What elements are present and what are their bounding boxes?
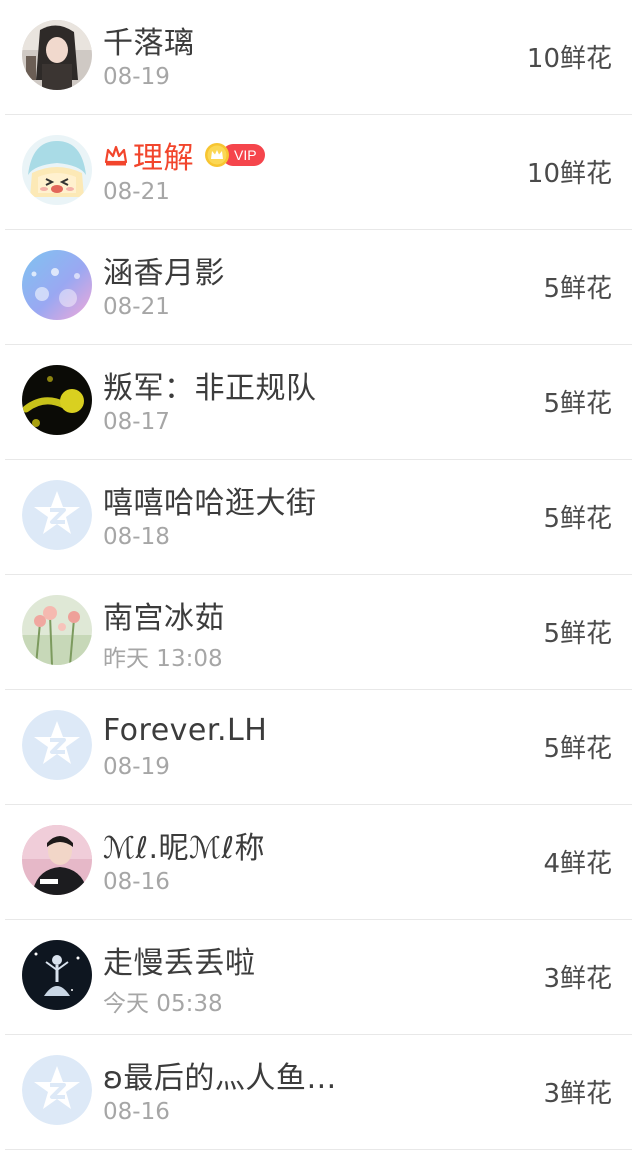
user-name[interactable]: ʚ最后的灬人鱼… [103, 1053, 337, 1097]
timestamp: 08-16 [103, 869, 170, 895]
flower-count: 5鲜花 [543, 274, 612, 304]
flower-count: 3鲜花 [543, 964, 612, 994]
avatar[interactable] [22, 940, 92, 1010]
list-item[interactable]: 南宫冰茹 昨天 13:08 5鲜花 [5, 575, 632, 690]
user-name[interactable]: 叛军：非正规队 [103, 363, 317, 407]
avatar[interactable] [22, 135, 92, 205]
list-item[interactable]: 叛军：非正规队 08-17 5鲜花 [5, 345, 632, 460]
crown-icon [103, 142, 129, 168]
name-line: 嘻嘻哈哈逛大街 [103, 478, 317, 522]
name-line: 走慢丢丢啦 [103, 938, 256, 982]
name-line: Forever.LH [103, 708, 267, 752]
avatar[interactable] [22, 365, 92, 435]
flower-count: 5鲜花 [543, 389, 612, 419]
list-item[interactable]: 嘻嘻哈哈逛大街 08-18 5鲜花 [5, 460, 632, 575]
timestamp: 08-16 [103, 1099, 170, 1125]
avatar[interactable] [22, 250, 92, 320]
timestamp: 08-18 [103, 524, 170, 550]
list-item[interactable]: Forever.LH 08-19 5鲜花 [5, 690, 632, 805]
timestamp: 08-21 [103, 294, 170, 320]
name-line: 千落璃 [103, 18, 195, 62]
list-item[interactable]: 走慢丢丢啦 今天 05:38 3鲜花 [5, 920, 632, 1035]
flower-count: 5鲜花 [543, 504, 612, 534]
crown-coin-icon [204, 142, 230, 168]
list-item[interactable]: ℳℓ.昵ℳℓ称 08-16 4鲜花 [5, 805, 632, 920]
list-item[interactable]: 千落璃 08-19 10鲜花 [5, 0, 632, 115]
flower-count: 10鲜花 [526, 159, 612, 189]
timestamp: 昨天 13:08 [103, 646, 223, 672]
user-name[interactable]: 嘻嘻哈哈逛大街 [103, 478, 317, 522]
default-avatar-icon[interactable] [22, 480, 92, 550]
name-line: 叛军：非正规队 [103, 363, 317, 407]
avatar[interactable] [22, 825, 92, 895]
user-name[interactable]: ℳℓ.昵ℳℓ称 [103, 823, 265, 867]
flower-count: 10鲜花 [526, 44, 612, 74]
user-name[interactable]: 走慢丢丢啦 [103, 938, 256, 982]
name-line: ℳℓ.昵ℳℓ称 [103, 823, 265, 867]
name-line: 南宫冰茹 [103, 593, 225, 637]
timestamp: 08-19 [103, 64, 170, 90]
list-item[interactable]: 涵香月影 08-21 5鲜花 [5, 230, 632, 345]
timestamp: 今天 05:38 [103, 991, 223, 1017]
list-item[interactable]: ʚ最后的灬人鱼… 08-16 3鲜花 [5, 1035, 632, 1150]
user-name[interactable]: 理解 [133, 133, 194, 177]
user-name[interactable]: 涵香月影 [103, 248, 225, 292]
user-name[interactable]: 千落璃 [103, 18, 195, 62]
vip-badge: VIP [204, 142, 265, 168]
user-name[interactable]: Forever.LH [103, 713, 267, 748]
avatar[interactable] [22, 595, 92, 665]
flower-count: 3鲜花 [543, 1079, 612, 1109]
timestamp: 08-21 [103, 179, 170, 205]
timestamp: 08-19 [103, 754, 170, 780]
timestamp: 08-17 [103, 409, 170, 435]
flower-count: 4鲜花 [543, 849, 612, 879]
name-line: ʚ最后的灬人鱼… [103, 1053, 337, 1097]
list-item[interactable]: 理解 VIP 08-21 10鲜花 [5, 115, 632, 230]
user-name[interactable]: 南宫冰茹 [103, 593, 225, 637]
flower-count: 5鲜花 [543, 619, 612, 649]
name-line: 理解 VIP [103, 133, 265, 177]
avatar[interactable] [22, 20, 92, 90]
default-avatar-icon[interactable] [22, 710, 92, 780]
name-line: 涵香月影 [103, 248, 225, 292]
flower-count: 5鲜花 [543, 734, 612, 764]
gift-ranking-list: 千落璃 08-19 10鲜花 理解 VIP 08-21 10鲜花 涵香月影 08… [0, 0, 640, 1150]
default-avatar-icon[interactable] [22, 1055, 92, 1125]
